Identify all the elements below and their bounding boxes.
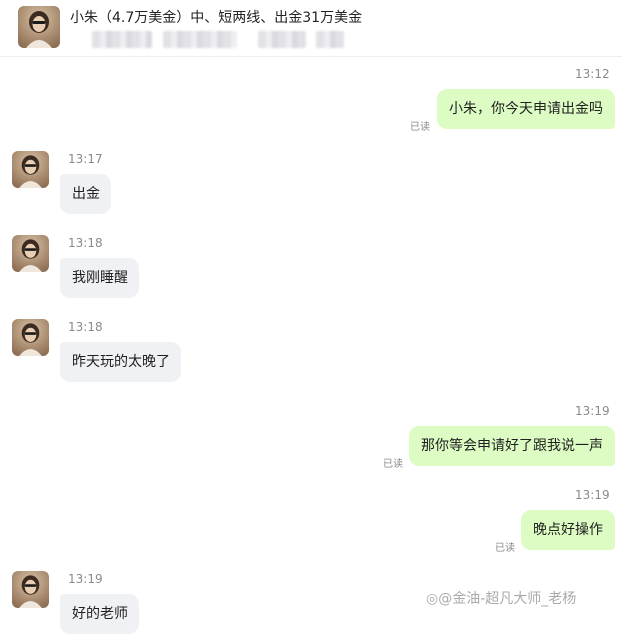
sender-avatar[interactable] (12, 319, 49, 356)
sender-avatar[interactable] (12, 235, 49, 272)
watermark-text: @金油-超凡大师_老杨 (438, 591, 577, 607)
incoming-message-bubble[interactable]: 我刚睡醒 (60, 258, 139, 298)
message-timestamp: 13:19 (575, 404, 610, 418)
chat-title: 小朱（4.7万美金）中、短两线、出金31万美金 (70, 10, 363, 26)
message-timestamp: 13:18 (68, 320, 103, 334)
incoming-message-bubble[interactable]: 好的老师 (60, 594, 139, 634)
chat-header: 小朱（4.7万美金）中、短两线、出金31万美金 (0, 0, 622, 57)
message-timestamp: 13:19 (575, 488, 610, 502)
weibo-icon: ◎ (426, 591, 439, 607)
message-timestamp: 13:19 (68, 572, 103, 586)
message-timestamp: 13:18 (68, 236, 103, 250)
redacted-info (92, 31, 152, 48)
incoming-message-bubble[interactable]: 出金 (60, 174, 111, 214)
sender-avatar[interactable] (12, 571, 49, 608)
redacted-info (163, 31, 237, 48)
message-timestamp: 13:17 (68, 152, 103, 166)
sender-avatar[interactable] (12, 151, 49, 188)
redacted-info (258, 31, 306, 48)
redacted-info (316, 31, 344, 48)
message-timestamp: 13:12 (575, 67, 610, 81)
outgoing-message-bubble[interactable]: 晚点好操作 (521, 510, 615, 550)
incoming-message-bubble[interactable]: 昨天玩的太晚了 (60, 342, 181, 382)
weibo-watermark: ◎@金油-超凡大师_老杨 (426, 588, 576, 608)
read-receipt: 已读 (383, 459, 403, 470)
outgoing-message-bubble[interactable]: 那你等会申请好了跟我说一声 (409, 426, 615, 466)
read-receipt: 已读 (410, 122, 430, 133)
read-receipt: 已读 (495, 543, 515, 554)
contact-avatar[interactable] (18, 6, 60, 48)
outgoing-message-bubble[interactable]: 小朱，你今天申请出金吗 (437, 89, 615, 129)
